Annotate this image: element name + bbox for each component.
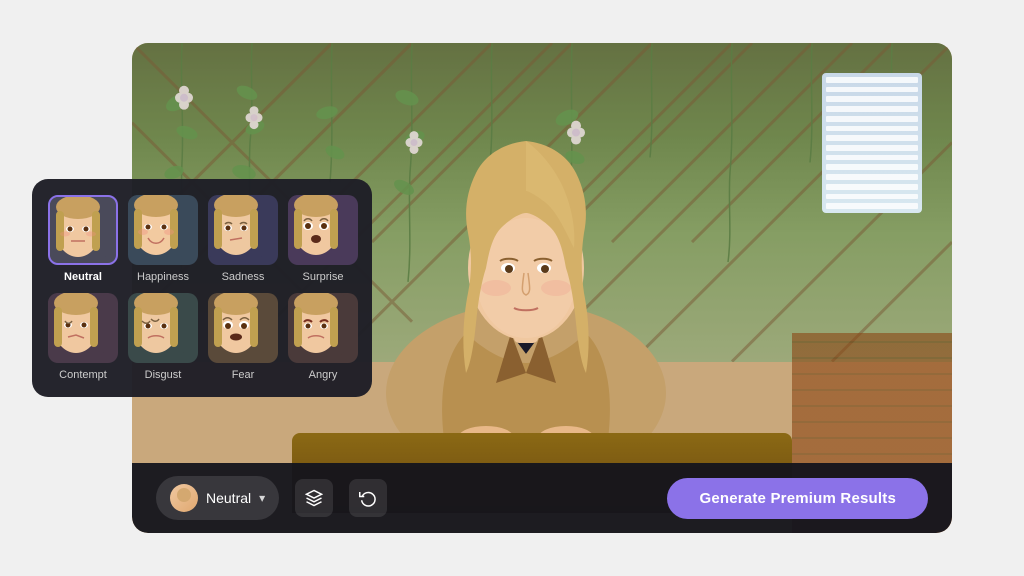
bottom-control-bar: Neutral ▾ Generate Premium Results (132, 463, 952, 533)
selected-emotion-label: Neutral (206, 490, 251, 506)
emotion-item-angry[interactable]: Angry (288, 293, 358, 381)
emotion-item-fear[interactable]: Fear (208, 293, 278, 381)
emotion-label-happiness: Happiness (137, 271, 189, 283)
blind-slat (826, 116, 918, 122)
blind-slat (826, 203, 918, 209)
blind-slat (826, 87, 918, 93)
face-contempt (48, 293, 104, 355)
blind-slat (826, 164, 918, 170)
emotion-label-disgust: Disgust (145, 369, 182, 381)
emotion-thumb-surprise (288, 195, 358, 265)
blind-slat (826, 184, 918, 190)
window-blinds-area (822, 73, 922, 213)
face-fear (208, 293, 264, 355)
emotion-label-contempt: Contempt (59, 369, 107, 381)
face-happiness (128, 195, 184, 257)
blind-slat (826, 174, 918, 180)
selected-emotion-avatar (170, 484, 198, 512)
refresh-button[interactable] (349, 479, 387, 517)
person-svg (366, 93, 686, 473)
layers-icon (305, 489, 323, 507)
emotion-label-angry: Angry (309, 369, 338, 381)
emotion-thumb-happiness (128, 195, 198, 265)
chevron-down-icon: ▾ (259, 491, 265, 505)
emotion-grid-panel: Neutral (32, 179, 372, 397)
blind-slat (826, 194, 918, 200)
refresh-icon (359, 489, 377, 507)
generate-premium-button[interactable]: Generate Premium Results (667, 478, 928, 519)
person-in-video (366, 93, 686, 473)
emotion-grid: Neutral (48, 195, 356, 381)
emotion-item-disgust[interactable]: Disgust (128, 293, 198, 381)
blind-slat (826, 135, 918, 141)
emotion-label-surprise: Surprise (303, 271, 344, 283)
blind-slat (826, 145, 918, 151)
emotion-item-happiness[interactable]: Happiness (128, 195, 198, 283)
emotion-item-sadness[interactable]: Sadness (208, 195, 278, 283)
face-surprise (288, 195, 344, 257)
emotion-thumb-angry (288, 293, 358, 363)
blind-slat (826, 106, 918, 112)
emotion-thumb-fear (208, 293, 278, 363)
blind-slat (826, 155, 918, 161)
emotion-label-fear: Fear (232, 369, 255, 381)
emotion-thumb-disgust (128, 293, 198, 363)
blind-slat (826, 96, 918, 102)
face-neutral (50, 197, 106, 259)
emotion-thumb-sadness (208, 195, 278, 265)
emotion-item-neutral[interactable]: Neutral (48, 195, 118, 283)
emotion-item-contempt[interactable]: Contempt (48, 293, 118, 381)
face-disgust (128, 293, 184, 355)
emotion-thumb-contempt (48, 293, 118, 363)
main-container: Neutral ▾ Generate Premium Results (32, 18, 992, 558)
emotion-label-sadness: Sadness (222, 271, 265, 283)
blind-slat (826, 77, 918, 83)
face-sadness (208, 195, 264, 257)
blind-slat (826, 126, 918, 132)
face-angry (288, 293, 344, 355)
emotion-thumb-neutral (48, 195, 118, 265)
emotion-dropdown[interactable]: Neutral ▾ (156, 476, 279, 520)
emotion-label-neutral: Neutral (64, 271, 102, 283)
layers-button[interactable] (295, 479, 333, 517)
emotion-item-surprise[interactable]: Surprise (288, 195, 358, 283)
